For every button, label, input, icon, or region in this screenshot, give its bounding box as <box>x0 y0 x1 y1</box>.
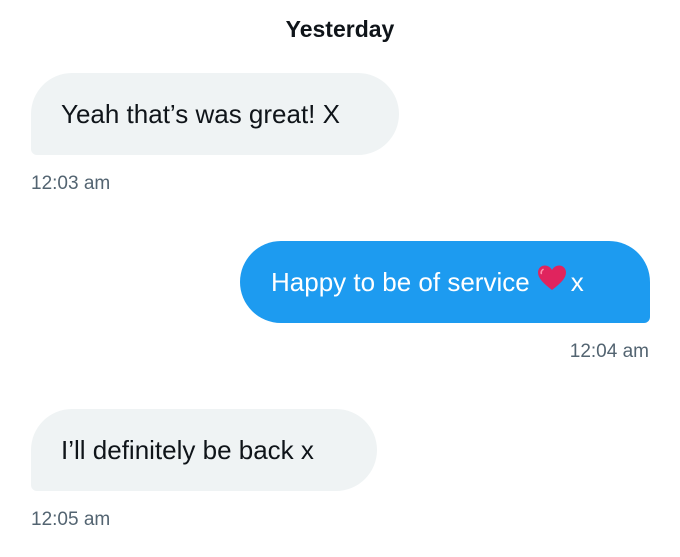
message-timestamp: 12:05 am <box>31 509 111 530</box>
message-bubble-incoming[interactable]: Yeah that’s was great! X <box>31 73 399 155</box>
message-bubble-outgoing[interactable]: Happy to be of service x <box>240 241 650 323</box>
message-text: Happy to be of service <box>271 267 530 297</box>
message-bubble-incoming[interactable]: I’ll definitely be back x <box>31 409 377 491</box>
date-divider: Yesterday <box>285 16 395 42</box>
message-timestamp: 12:03 am <box>31 173 111 194</box>
message-text: Yeah that’s was great! X <box>61 99 340 129</box>
message-text: I’ll definitely be back x <box>61 435 314 465</box>
message-timestamp: 12:04 am <box>569 341 649 362</box>
red-heart-icon <box>537 241 567 323</box>
message-text-suffix: x <box>570 267 584 297</box>
